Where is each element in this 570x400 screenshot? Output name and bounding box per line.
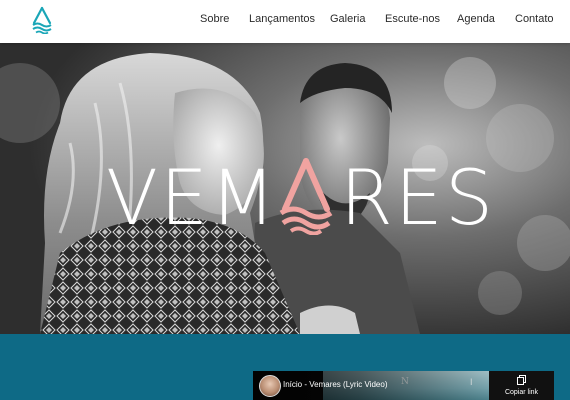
- main-nav: Sobre Lançamentos Galeria Escute-nos Age…: [0, 0, 570, 43]
- copy-link-label: Copiar link: [504, 389, 539, 396]
- hero-title-part-1: VEM: [106, 153, 278, 242]
- copy-link-button[interactable]: Copiar link: [489, 371, 554, 400]
- site-header: Sobre Lançamentos Galeria Escute-nos Age…: [0, 0, 570, 43]
- hero-title: VEM RES: [0, 153, 570, 243]
- hero-title-part-2: RES: [340, 153, 496, 242]
- nav-contato[interactable]: Contato: [515, 13, 554, 25]
- nav-lancamentos[interactable]: Lançamentos: [249, 13, 315, 25]
- nav-escute-nos[interactable]: Escute-nos: [385, 13, 440, 25]
- hero-section: VEM RES: [0, 43, 570, 334]
- nav-agenda[interactable]: Agenda: [457, 13, 495, 25]
- video-title[interactable]: Início - Vemares (Lyric Video): [283, 380, 387, 389]
- video-embed[interactable]: N I Início - Vemares (Lyric Video) Copia…: [253, 371, 554, 400]
- nav-galeria[interactable]: Galeria: [330, 13, 365, 25]
- channel-avatar[interactable]: [259, 375, 281, 397]
- nav-sobre[interactable]: Sobre: [200, 13, 229, 25]
- pink-wave-triangle-icon: [279, 158, 333, 235]
- copy-icon: [517, 375, 526, 385]
